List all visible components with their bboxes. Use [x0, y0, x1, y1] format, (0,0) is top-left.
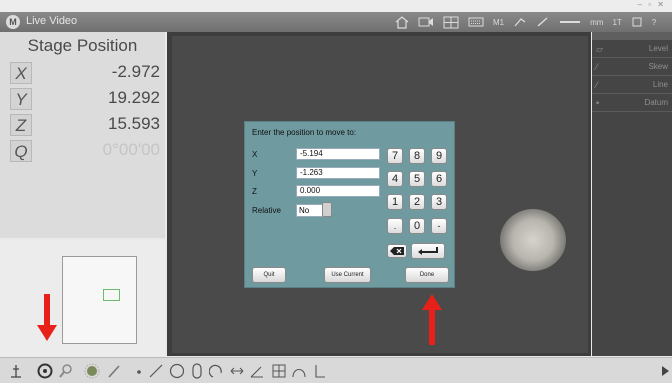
done-button[interactable]: Done [405, 267, 449, 283]
stage-area-frame [62, 256, 137, 344]
pattern-tool-icon[interactable] [271, 363, 287, 379]
pen-tool-icon[interactable] [107, 363, 121, 379]
axis-row-y: Y 19.292 [8, 87, 164, 111]
enter-button[interactable] [411, 243, 445, 259]
axis-value-x: -2.972 [111, 62, 160, 81]
line-tool-icon[interactable] [148, 363, 164, 379]
key-7[interactable]: 7 [387, 148, 403, 164]
field-label-x: X [252, 150, 258, 159]
window-controls[interactable]: – ▫ ✕ [638, 0, 666, 9]
key-4[interactable]: 4 [387, 171, 403, 187]
keyboard-icon[interactable] [468, 16, 484, 28]
light-icon[interactable] [513, 16, 527, 28]
annotation-arrow-down [37, 294, 57, 341]
axis-row-x: X -2.972 [8, 61, 164, 85]
move-to-position-dialog: Enter the position to move to: X -5.194 … [244, 121, 455, 288]
distance-tool-icon[interactable] [229, 363, 245, 379]
backspace-button[interactable] [387, 244, 407, 258]
quit-button[interactable]: Quit [252, 267, 286, 283]
corner-tool-icon[interactable] [313, 363, 327, 379]
z-position-input[interactable]: 0.000 [296, 185, 380, 197]
axis-label-z[interactable]: Z [10, 114, 32, 136]
key-0[interactable]: 0 [409, 218, 425, 234]
feature-item-label: Skew [648, 62, 668, 71]
axis-label-x[interactable]: X [10, 62, 32, 84]
play-icon[interactable] [660, 363, 670, 379]
stage-preview[interactable] [0, 240, 165, 356]
key-9[interactable]: 9 [431, 148, 447, 164]
stage-position-panel: Stage Position X -2.972 Y 19.292 Z 15.59… [0, 32, 165, 238]
axis-label-y[interactable]: Y [10, 88, 32, 110]
line-icon: ⁄ [596, 62, 598, 72]
key-1[interactable]: 1 [387, 194, 403, 210]
feature-item-label: Datum [644, 98, 668, 107]
point-tool-icon[interactable] [134, 363, 144, 379]
x-position-input[interactable]: -5.194 [296, 148, 380, 160]
video-camera-icon[interactable] [418, 16, 434, 28]
feature-item-label: Level [648, 44, 668, 53]
feature-list-header [592, 32, 672, 40]
key-5[interactable]: 5 [409, 171, 425, 187]
mode-label[interactable]: 1T [612, 18, 621, 27]
top-strip: – ▫ ✕ [0, 0, 672, 12]
stage-position-title: Stage Position [27, 36, 138, 55]
axis-value-y: 19.292 [108, 88, 160, 107]
home-icon[interactable] [395, 15, 409, 29]
units-label[interactable]: mm [590, 18, 603, 27]
window-title: Live Video [26, 15, 78, 27]
help-button[interactable]: ? [652, 18, 656, 27]
relative-label: Relative [252, 206, 281, 215]
key-minus[interactable]: - [431, 218, 447, 234]
plane-icon: ▱ [596, 44, 603, 54]
axis-value-q: 0°00'00 [102, 140, 160, 159]
slider-icon[interactable] [559, 16, 581, 28]
relative-toggle-knob[interactable] [322, 202, 332, 217]
dialog-title: Enter the position to move to: [252, 128, 357, 137]
field-label-z: Z [252, 187, 257, 196]
axis-label-q[interactable]: Q [10, 140, 32, 162]
feature-item-datum[interactable]: • Datum [592, 95, 672, 112]
magnification-label[interactable]: M1 [493, 18, 504, 27]
axis-value-z: 15.593 [108, 114, 160, 133]
magnifier-icon[interactable] [59, 363, 73, 379]
toolbar-icons: M1 mm 1T ? [395, 15, 656, 29]
toolbar-settings-icon[interactable] [631, 16, 643, 28]
circle-tool-icon[interactable] [168, 363, 186, 379]
key-3[interactable]: 3 [431, 194, 447, 210]
layout-grid-icon[interactable] [443, 16, 459, 29]
curve-tool-icon[interactable] [291, 363, 307, 379]
axis-row-z: Z 15.593 [8, 113, 164, 137]
line-icon: ⁄ [596, 80, 598, 90]
key-2[interactable]: 2 [409, 194, 425, 210]
measurement-toolbar [0, 357, 672, 383]
use-current-button[interactable]: Use Current [324, 267, 371, 283]
title-bar: M Live Video M1 mm 1T ? [0, 12, 672, 32]
enter-icon [418, 247, 438, 255]
height-tool-icon[interactable] [9, 363, 23, 379]
backspace-icon [390, 247, 404, 255]
y-position-input[interactable]: -1.263 [296, 167, 380, 179]
key-decimal[interactable]: . [387, 218, 403, 234]
point-icon: • [596, 98, 600, 108]
feature-item-level[interactable]: ▱ Level [592, 41, 672, 58]
edge-detect-icon[interactable] [84, 363, 100, 379]
video-feature [500, 209, 566, 271]
probe-target-icon[interactable] [36, 363, 54, 379]
feature-item-label: Line [652, 80, 668, 89]
angle-tool-icon[interactable] [249, 363, 265, 379]
feature-item-line[interactable]: ⁄ Line [592, 77, 672, 94]
field-of-view-marker [103, 289, 120, 301]
pen-icon[interactable] [536, 16, 550, 28]
field-label-y: Y [252, 169, 258, 178]
key-8[interactable]: 8 [409, 148, 425, 164]
slot-tool-icon[interactable] [191, 363, 203, 379]
key-6[interactable]: 6 [431, 171, 447, 187]
feature-list-panel: ▱ Level ⁄ Skew ⁄ Line • Datum [592, 32, 672, 356]
arc-tool-icon[interactable] [209, 363, 225, 379]
feature-item-skew[interactable]: ⁄ Skew [592, 59, 672, 76]
app-logo-icon: M [6, 15, 20, 29]
axis-row-q: Q 0°00'00 [8, 139, 164, 163]
annotation-arrow-up [422, 294, 442, 345]
